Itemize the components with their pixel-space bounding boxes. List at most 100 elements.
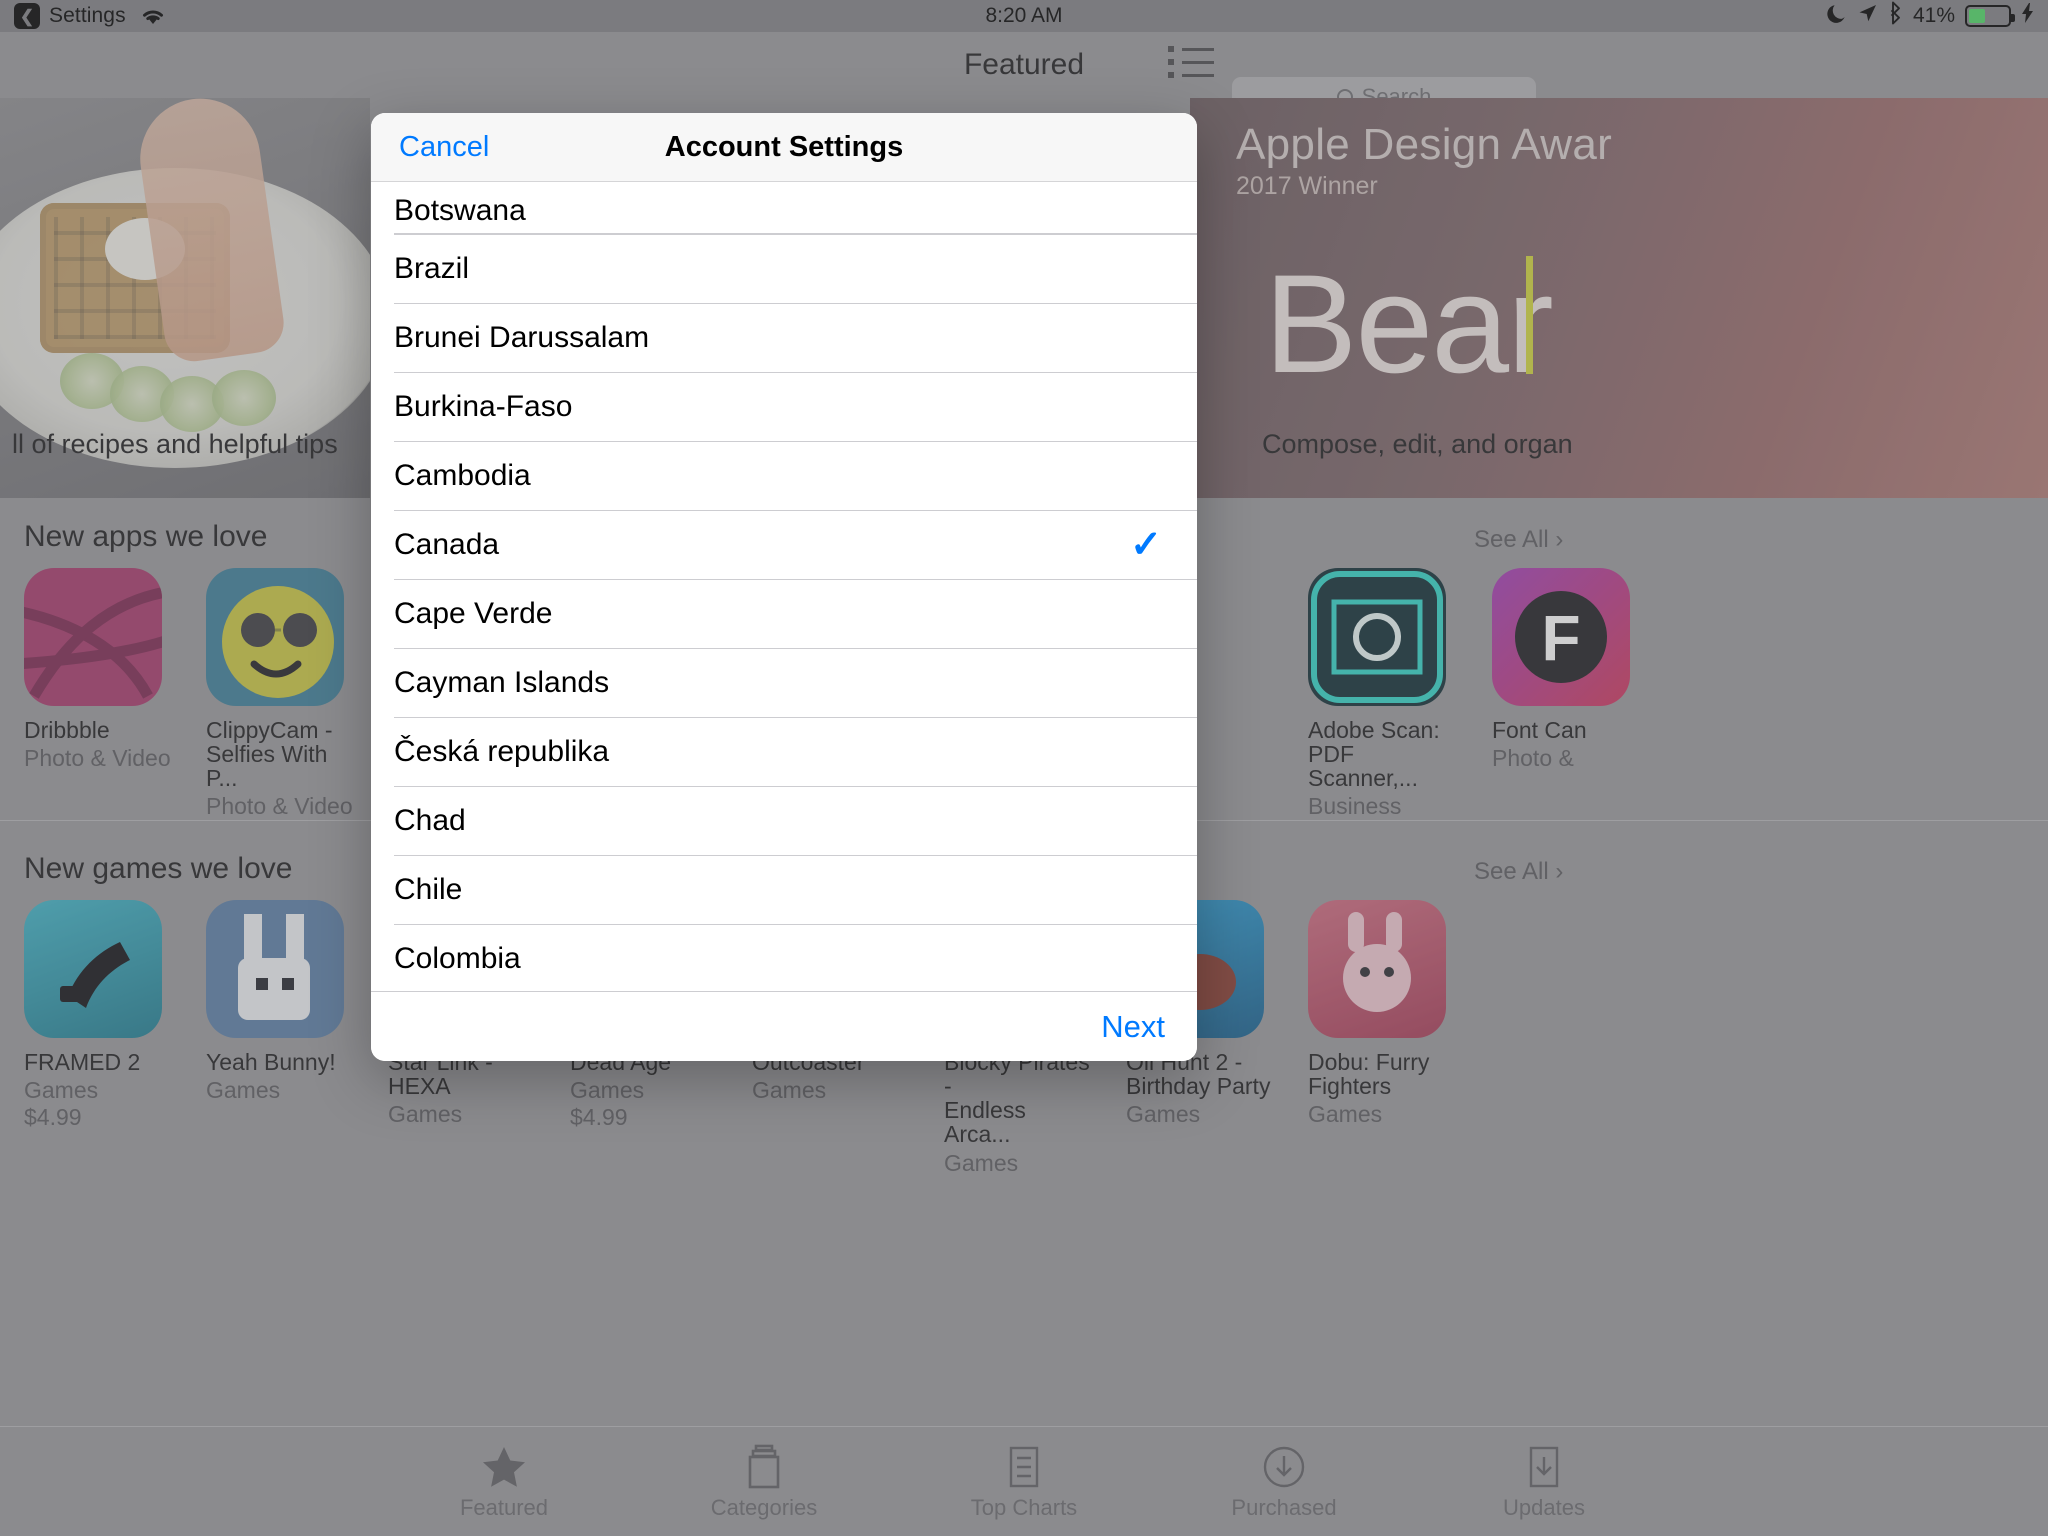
tab-purchased[interactable]: Purchased — [1184, 1443, 1384, 1521]
country-row[interactable]: Cayman Islands — [371, 648, 1197, 717]
adobe-scan-icon — [1308, 568, 1446, 706]
app-category: Games — [752, 1077, 827, 1104]
country-name: Canada — [394, 527, 500, 561]
bear-caption: Compose, edit, and organ — [1262, 429, 1573, 459]
app-category: Photo & Video — [206, 793, 353, 820]
page-title: Featured — [963, 48, 1085, 81]
tab-label: Updates — [1503, 1494, 1585, 1520]
app-tile-clippycam[interactable]: ClippyCam - Selfies With P... Photo & Vi… — [206, 568, 356, 820]
app-name: Font Can — [1492, 717, 1587, 743]
app-category: Games — [944, 1149, 1019, 1176]
country-row[interactable]: Brazil — [371, 234, 1197, 303]
country-row[interactable]: Colombia — [371, 924, 1197, 991]
country-list[interactable]: Botswana Brazil Brunei Darussalam Burkina-F… — [371, 182, 1197, 991]
app-name: Yeah Bunny! — [206, 1049, 336, 1075]
font-candy-icon: F — [1492, 568, 1630, 706]
see-all-new-apps[interactable]: See All › — [1474, 526, 1563, 554]
country-name: Chile — [394, 872, 463, 906]
country-row[interactable]: Chad — [371, 786, 1197, 855]
svg-text:F: F — [1541, 602, 1580, 674]
country-name: Chad — [394, 803, 466, 837]
wifi-icon — [140, 6, 166, 26]
tab-label: Categories — [710, 1494, 818, 1520]
battery-percent-label: 41% — [1912, 4, 1955, 27]
tab-featured[interactable]: Featured — [404, 1443, 604, 1521]
ada-subtitle: 2017 Winner — [1236, 172, 1378, 200]
app-category: Games — [570, 1077, 645, 1104]
download-circle-icon — [1184, 1443, 1384, 1491]
tab-bar: Featured Categories Top Charts Purchased… — [0, 1426, 2048, 1536]
star-icon — [404, 1443, 604, 1491]
app-price: $4.99 — [24, 1104, 82, 1131]
country-name: Cambodia — [394, 458, 531, 492]
app-name: Dobu: Furry Fighters — [1308, 1049, 1430, 1100]
modal-footer: Next — [371, 991, 1197, 1061]
dribbble-icon — [24, 568, 162, 706]
tab-label: Purchased — [1231, 1494, 1337, 1520]
download-arrow-icon — [1444, 1443, 1644, 1491]
app-category: Photo & — [1492, 745, 1574, 772]
app-tile-dobu[interactable]: Dobu: Furry Fighters Games — [1308, 900, 1458, 1128]
hero-banner-recipes[interactable]: ll of recipes and helpful tips — [0, 98, 370, 498]
country-row[interactable]: Botswana — [371, 182, 1197, 234]
location-arrow-icon — [1857, 3, 1878, 30]
section-title-new-games: New games we love — [24, 852, 293, 885]
next-button[interactable]: Next — [1101, 1009, 1165, 1045]
country-row[interactable]: Cambodia — [371, 441, 1197, 510]
bluetooth-icon — [1888, 1, 1903, 31]
framed2-icon — [24, 900, 162, 1038]
country-row[interactable]: Česká republika — [371, 717, 1197, 786]
hero-caption: ll of recipes and helpful tips — [12, 429, 338, 459]
country-name: Cape Verde — [394, 596, 553, 630]
text-caret — [1526, 256, 1533, 374]
ranked-list-icon — [924, 1443, 1124, 1491]
tab-label: Featured — [459, 1494, 549, 1520]
clippycam-icon — [206, 568, 344, 706]
country-row[interactable]: Chile — [371, 855, 1197, 924]
hero-banner-bear[interactable]: Apple Design Awar 2017 Winner Bear Compo… — [1190, 98, 2048, 498]
checkmark-icon: ✓ — [1130, 523, 1162, 566]
country-row[interactable]: Canada ✓ — [371, 510, 1197, 579]
status-bar: ❮ Settings 8:20 AM 41% — [0, 0, 2048, 32]
navigation-bar: Featured Search — [0, 32, 2048, 117]
app-name: ClippyCam - Selfies With P... — [206, 717, 333, 792]
battery-icon — [1965, 5, 2015, 27]
see-all-new-games[interactable]: See All › — [1474, 858, 1563, 886]
app-tile-dribbble[interactable]: Dribbble Photo & Video — [24, 568, 174, 772]
tab-updates[interactable]: Updates — [1444, 1443, 1644, 1521]
app-category: Photo & Video — [24, 745, 171, 772]
ada-title: Apple Design Awar — [1236, 120, 1613, 169]
app-category: Games — [388, 1101, 463, 1128]
dobu-icon — [1308, 900, 1446, 1038]
back-to-settings-button[interactable]: ❮ — [14, 3, 40, 29]
app-price: $4.99 — [570, 1104, 628, 1131]
country-name: Cayman Islands — [394, 665, 610, 699]
app-category: Games — [1308, 1101, 1383, 1128]
country-row[interactable]: Brunei Darussalam — [371, 303, 1197, 372]
country-name: Brunei Darussalam — [394, 320, 650, 354]
app-name: FRAMED 2 — [24, 1049, 141, 1075]
app-tile-font-candy[interactable]: F Font Can Photo & — [1492, 568, 1642, 772]
app-name: Dribbble — [24, 717, 110, 743]
app-name: Adobe Scan: PDF Scanner,... — [1308, 717, 1440, 792]
list-icon[interactable] — [1168, 46, 1214, 78]
account-settings-modal: Cancel Account Settings Botswana Brazil Br… — [371, 113, 1197, 1061]
country-row[interactable]: Burkina-Faso — [371, 372, 1197, 441]
tab-categories[interactable]: Categories — [664, 1443, 864, 1521]
modal-title: Account Settings — [664, 130, 904, 163]
app-category: Games — [24, 1077, 99, 1104]
tab-top-charts[interactable]: Top Charts — [924, 1443, 1124, 1521]
app-category: Games — [1126, 1101, 1201, 1128]
country-name: Colombia — [394, 941, 521, 975]
section-title-new-apps: New apps we love — [24, 520, 268, 553]
app-tile-adobe-scan[interactable]: Adobe Scan: PDF Scanner,... Business — [1308, 568, 1458, 820]
app-category: Games — [206, 1077, 281, 1104]
app-tile-framed2[interactable]: FRAMED 2 Games $4.99 — [24, 900, 174, 1131]
moon-icon — [1827, 2, 1847, 30]
country-name: Botswana — [394, 194, 526, 227]
country-row[interactable]: Cape Verde — [371, 579, 1197, 648]
tab-label: Top Charts — [970, 1494, 1078, 1520]
status-back-label: Settings — [49, 4, 126, 27]
app-tile-yeah-bunny[interactable]: Yeah Bunny! Games — [206, 900, 356, 1104]
lightning-bolt-icon — [2021, 2, 2034, 30]
